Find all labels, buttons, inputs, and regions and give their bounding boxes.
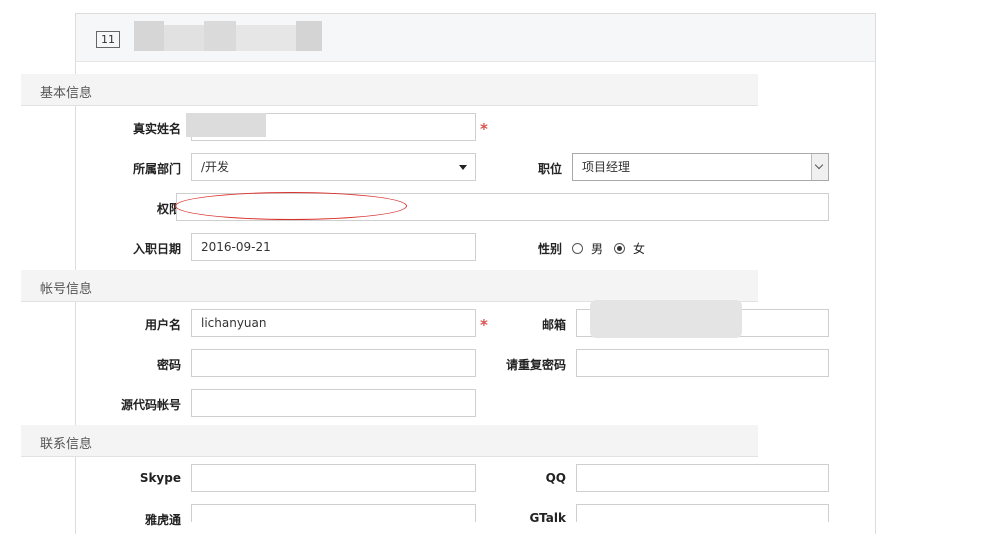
redacted-name-block (236, 25, 296, 51)
join-date-input[interactable]: 2016-09-21 (191, 233, 476, 261)
qq-label: QQ (545, 471, 566, 485)
gender-radio-female[interactable] (614, 243, 625, 254)
section-contact-info: 联系信息 (21, 425, 758, 457)
source-account-label: 源代码帐号 (120, 398, 181, 412)
required-mark: * (480, 120, 488, 138)
redacted-real-name (186, 113, 266, 137)
chevron-down-icon (459, 165, 467, 170)
redacted-email (590, 300, 742, 338)
skype-input[interactable] (191, 464, 476, 492)
real-name-label: 真实姓名 (132, 122, 181, 136)
yixin-label: 雅虎通 (144, 513, 181, 527)
department-value: /开发 (201, 160, 230, 174)
chevron-down-icon[interactable] (811, 154, 828, 180)
section-title: 基本信息 (40, 86, 93, 101)
source-account-input[interactable] (191, 389, 476, 417)
email-label: 邮箱 (541, 318, 566, 332)
gender-radio-male[interactable] (572, 243, 583, 254)
username-input[interactable]: lichanyuan (191, 309, 476, 337)
position-value: 项目经理 (582, 160, 631, 174)
department-label: 所属部门 (132, 162, 181, 176)
password-label: 密码 (156, 358, 181, 372)
redacted-name-block (164, 25, 204, 51)
gender-label: 性别 (537, 242, 562, 256)
gtalk-input[interactable] (576, 504, 829, 522)
password-input[interactable] (191, 349, 476, 377)
section-basic-info: 基本信息 (21, 74, 758, 106)
section-account-info: 帐号信息 (21, 270, 758, 302)
annotation-ellipse (175, 192, 407, 220)
department-select[interactable]: /开发 (191, 153, 476, 181)
confirm-password-input[interactable] (576, 349, 829, 377)
redacted-name-block (296, 21, 322, 51)
redacted-name-block (204, 21, 236, 51)
permission-label: 权限 (156, 202, 181, 216)
section-title: 联系信息 (40, 437, 93, 452)
record-id-badge: 11 (96, 31, 120, 48)
skype-label: Skype (139, 471, 181, 485)
gender-option-male: 男 (591, 242, 604, 256)
username-label: 用户名 (144, 318, 181, 332)
required-mark: * (480, 316, 488, 334)
gender-option-female: 女 (633, 242, 646, 256)
gtalk-label: GTalk (529, 511, 566, 525)
redacted-name-block (134, 21, 164, 51)
join-date-label: 入职日期 (132, 242, 181, 256)
position-label: 职位 (537, 162, 562, 176)
position-select[interactable]: 项目经理 (572, 153, 829, 181)
panel-header: 11 (76, 14, 875, 62)
section-title: 帐号信息 (40, 282, 93, 297)
qq-input[interactable] (576, 464, 829, 492)
confirm-password-label: 请重复密码 (505, 358, 566, 372)
yixin-input[interactable] (191, 504, 476, 522)
